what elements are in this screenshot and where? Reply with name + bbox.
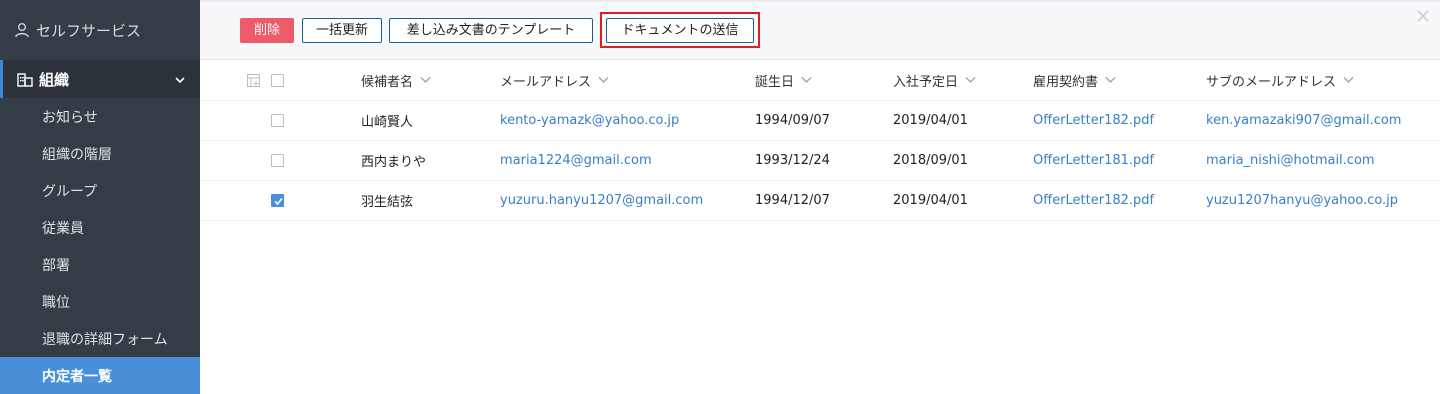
candidates-table: 候補者名 メールアドレス 誕生日 入社予定日 雇用契約書 サブのメールアドレス	[200, 60, 1440, 221]
sidebar-item-groups[interactable]: グループ	[0, 172, 200, 209]
candidate-birthday: 1994/12/07	[755, 193, 830, 208]
candidate-name: 山崎賢人	[361, 115, 414, 130]
sort-chevron-icon	[801, 77, 812, 83]
toolbar: 削除 一括更新 差し込み文書のテンプレート ドキュメントの送信	[200, 2, 1440, 60]
table-header-row: 候補者名 メールアドレス 誕生日 入社予定日 雇用契約書 サブのメールアドレス	[200, 60, 1440, 101]
candidate-email-link[interactable]: kento-yamazk@yahoo.co.jp	[500, 101, 679, 140]
sub-email-link[interactable]: ken.yamazaki907@gmail.com	[1206, 101, 1401, 140]
close-icon[interactable]	[1416, 8, 1430, 22]
candidate-birthday: 1993/12/24	[755, 153, 830, 168]
column-header-contract[interactable]: 雇用契約書	[1033, 60, 1116, 100]
column-header-label: 誕生日	[755, 74, 795, 90]
candidate-email-link[interactable]: yuzuru.hanyu1207@gmail.com	[500, 181, 703, 220]
column-header-email[interactable]: メールアドレス	[500, 60, 609, 100]
column-header-sub-email[interactable]: サブのメールアドレス	[1206, 60, 1354, 100]
table-row: 西内まりや maria1224@gmail.com 1993/12/24 201…	[200, 141, 1440, 181]
sort-chevron-icon	[1343, 77, 1354, 83]
column-header-label: 雇用契約書	[1033, 74, 1099, 90]
sub-email-link[interactable]: maria_nishi@hotmail.com	[1206, 141, 1375, 180]
main-content: 削除 一括更新 差し込み文書のテンプレート ドキュメントの送信 候補者名 メール…	[200, 0, 1440, 393]
column-header-label: サブのメールアドレス	[1206, 74, 1337, 90]
sub-email-link[interactable]: yuzu1207hanyu@yahoo.co.jp	[1206, 181, 1398, 220]
table-row: 羽生結弦 yuzuru.hanyu1207@gmail.com 1994/12/…	[200, 181, 1440, 221]
sidebar-organization-label: 組織	[39, 70, 70, 89]
candidate-email-link[interactable]: maria1224@gmail.com	[500, 141, 652, 180]
sidebar-item-label: グループ	[42, 183, 98, 200]
candidate-join-date: 2019/04/01	[893, 193, 968, 208]
contract-file-link[interactable]: OfferLetter182.pdf	[1033, 181, 1154, 220]
sidebar-organization-header[interactable]: 組織	[0, 60, 200, 98]
sidebar-item-label: 組織の階層	[42, 146, 112, 163]
column-header-label: 候補者名	[361, 74, 414, 90]
sidebar-item-hierarchy[interactable]: 組織の階層	[0, 135, 200, 172]
select-all-checkbox[interactable]	[271, 74, 284, 87]
sidebar-item-departments[interactable]: 部署	[0, 246, 200, 283]
sidebar-item-candidates[interactable]: 内定者一覧	[0, 357, 200, 394]
column-header-birthday[interactable]: 誕生日	[755, 60, 812, 100]
contract-file-link[interactable]: OfferLetter182.pdf	[1033, 101, 1154, 140]
sidebar-item-label: 退職の詳細フォーム	[42, 331, 168, 348]
mail-merge-template-button[interactable]: 差し込み文書のテンプレート	[389, 18, 593, 43]
sidebar-self-service[interactable]: セルフサービス	[0, 0, 200, 60]
candidate-join-date: 2018/09/01	[893, 153, 968, 168]
sidebar: セルフサービス 組織 お知らせ 組織の階層 グループ 従業員 部署 職位 退職の…	[0, 0, 200, 394]
checkmark-icon	[274, 197, 283, 206]
candidate-name: 西内まりや	[361, 155, 427, 170]
row-checkbox[interactable]	[271, 114, 284, 127]
column-settings-icon[interactable]	[247, 74, 261, 88]
sidebar-item-announcements[interactable]: お知らせ	[0, 98, 200, 135]
organization-icon	[17, 71, 33, 87]
candidate-join-date: 2019/04/01	[893, 113, 968, 128]
column-header-label: メールアドレス	[500, 74, 592, 90]
sidebar-item-label: お知らせ	[42, 109, 98, 126]
candidate-name: 羽生結弦	[361, 195, 414, 210]
column-header-name[interactable]: 候補者名	[361, 60, 431, 100]
sidebar-item-positions[interactable]: 職位	[0, 283, 200, 320]
sidebar-item-exit-details[interactable]: 退職の詳細フォーム	[0, 320, 200, 357]
row-checkbox[interactable]	[271, 154, 284, 167]
chevron-down-icon[interactable]	[174, 72, 186, 84]
sort-chevron-icon	[1105, 77, 1116, 83]
sidebar-item-label: 従業員	[42, 220, 84, 237]
sidebar-item-label: 部署	[42, 257, 70, 274]
contract-file-link[interactable]: OfferLetter181.pdf	[1033, 141, 1154, 180]
user-icon	[14, 22, 30, 38]
sidebar-item-employees[interactable]: 従業員	[0, 209, 200, 246]
send-documents-button[interactable]: ドキュメントの送信	[606, 18, 754, 43]
candidate-birthday: 1994/09/07	[755, 113, 830, 128]
sort-chevron-icon	[965, 77, 976, 83]
sidebar-self-service-label: セルフサービス	[36, 21, 142, 40]
sidebar-item-label: 職位	[42, 294, 70, 311]
row-checkbox-checked[interactable]	[271, 194, 284, 207]
sidebar-nav-list: お知らせ 組織の階層 グループ 従業員 部署 職位 退職の詳細フォーム 内定者一…	[0, 98, 200, 394]
sidebar-item-label: 内定者一覧	[42, 368, 112, 385]
delete-button[interactable]: 削除	[240, 18, 294, 43]
column-header-label: 入社予定日	[893, 74, 959, 90]
bulk-update-button[interactable]: 一括更新	[302, 18, 382, 43]
sort-chevron-icon	[420, 77, 431, 83]
column-header-join-date[interactable]: 入社予定日	[893, 60, 976, 100]
sort-chevron-icon	[598, 77, 609, 83]
table-row: 山崎賢人 kento-yamazk@yahoo.co.jp 1994/09/07…	[200, 101, 1440, 141]
